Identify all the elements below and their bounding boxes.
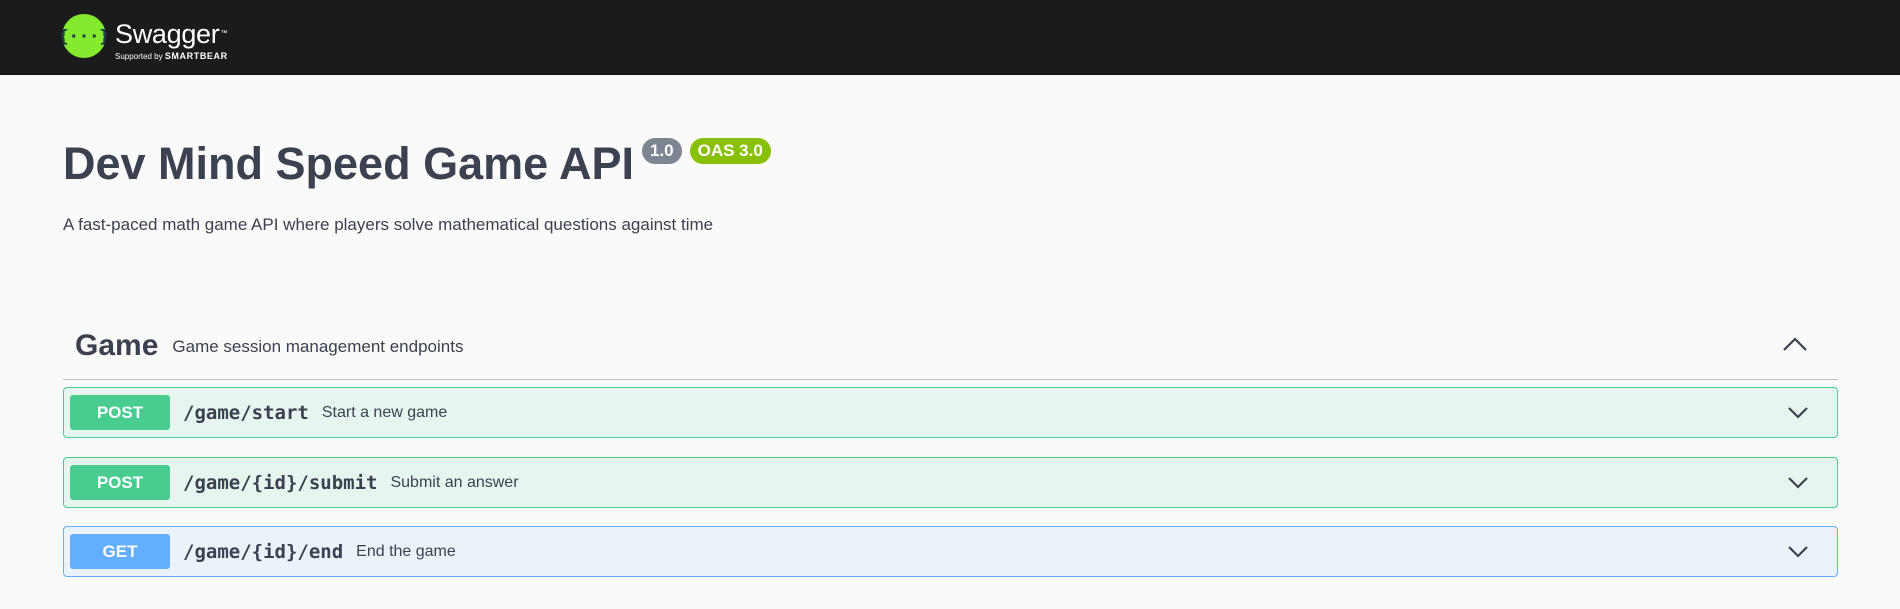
method-badge: POST <box>70 395 170 430</box>
version-badge: 1.0 <box>641 138 682 164</box>
method-badge: POST <box>70 465 170 500</box>
operation-post-game-start[interactable]: POST /game/start Start a new game <box>63 387 1838 438</box>
operation-path: /game/{id}/end <box>183 540 344 563</box>
topbar: {···} Swagger™ Supported by SMARTBEAR <box>0 0 1900 75</box>
brand-subtitle: Supported by SMARTBEAR <box>115 51 228 61</box>
swagger-braces-icon: {···} <box>62 14 106 58</box>
operation-post-game-submit[interactable]: POST /game/{id}/submit Submit an answer <box>63 457 1838 508</box>
operation-summary: Start a new game <box>321 403 448 421</box>
operation-path: /game/start <box>183 401 309 424</box>
page-title: Dev Mind Speed Game API <box>63 138 634 189</box>
operation-summary: End the game <box>356 542 456 560</box>
chevron-down-icon[interactable] <box>1787 543 1809 559</box>
tag-header-game[interactable]: Game Game session management endpoints <box>63 312 1838 380</box>
tag-name[interactable]: Game <box>75 329 158 363</box>
method-badge: GET <box>70 534 170 569</box>
api-title-row: Dev Mind Speed Game API 1.0 OAS 3.0 <box>63 138 771 190</box>
swagger-logo[interactable]: {···} Swagger™ Supported by SMARTBEAR <box>62 14 228 62</box>
operation-summary: Submit an answer <box>390 473 519 491</box>
operation-get-game-end[interactable]: GET /game/{id}/end End the game <box>63 526 1838 577</box>
chevron-down-icon[interactable] <box>1787 404 1809 420</box>
api-description: A fast-paced math game API where players… <box>63 215 714 234</box>
tag-description: Game session management endpoints <box>172 337 464 356</box>
svg-text:{···}: {···} <box>62 27 106 47</box>
chevron-down-icon[interactable] <box>1787 474 1809 490</box>
operation-path: /game/{id}/submit <box>183 471 378 494</box>
chevron-up-icon[interactable] <box>1782 334 1808 354</box>
brand-name: Swagger™ <box>115 19 228 49</box>
oas-badge: OAS 3.0 <box>689 138 771 164</box>
